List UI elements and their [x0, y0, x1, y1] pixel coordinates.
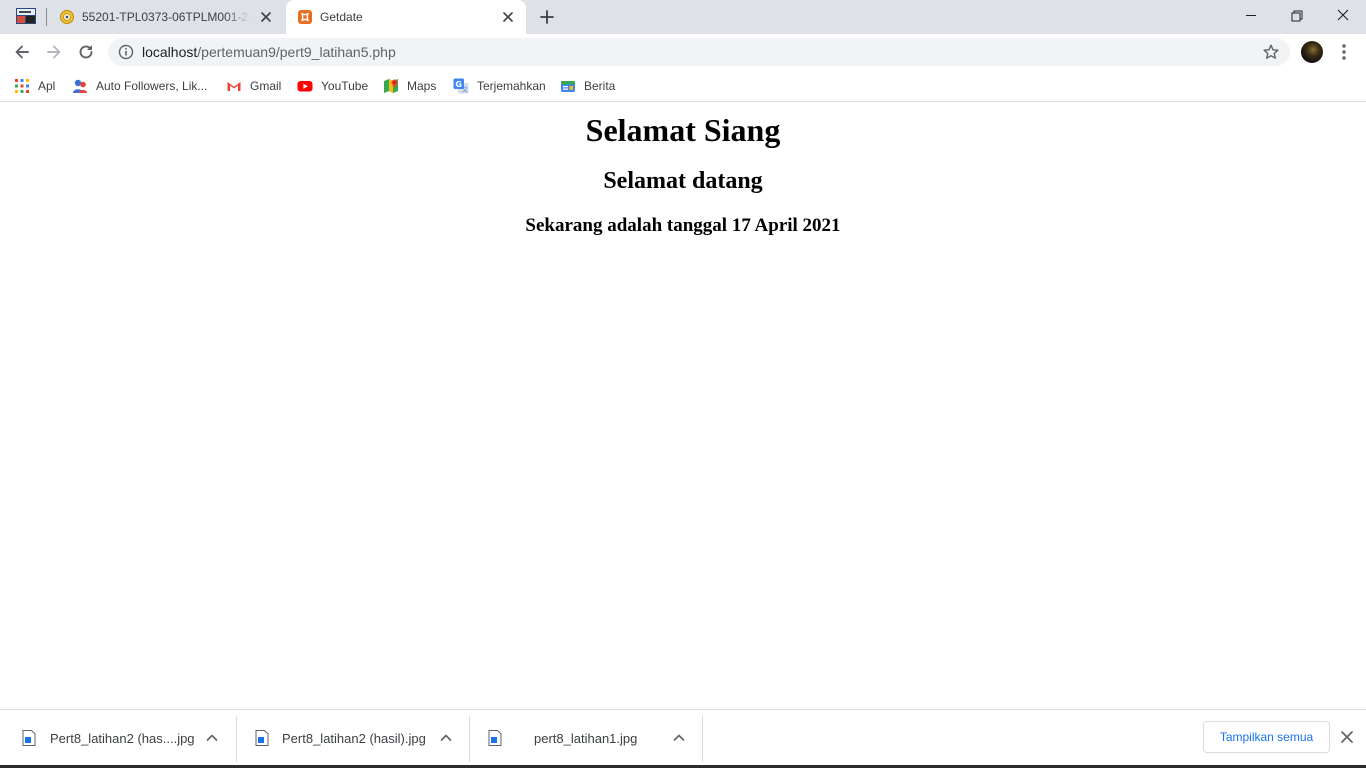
download-filename: Pert8_latihan2 (has....jpg [50, 731, 195, 746]
tab-getdate[interactable]: Getdate [286, 0, 526, 34]
bookmark-label: Terjemahkan [477, 79, 546, 93]
image-file-icon [22, 730, 36, 746]
url-text: localhost/pertemuan9/pert9_latihan5.php [142, 45, 396, 60]
download-item[interactable]: Pert8_latihan2 (hasil).jpg [237, 716, 469, 762]
browser-toolbar: localhost/pertemuan9/pert9_latihan5.php [0, 34, 1366, 70]
bookmark-translate[interactable]: G 文 Terjemahkan [453, 76, 546, 96]
forward-icon[interactable] [44, 42, 64, 62]
bookmark-auto-followers[interactable]: Auto Followers, Lik... [72, 76, 207, 96]
close-shelf-icon[interactable] [1338, 728, 1356, 746]
bookmark-news[interactable]: Berita [560, 76, 615, 96]
chevron-up-icon[interactable] [671, 730, 687, 746]
bookmark-label: Maps [407, 79, 437, 93]
youtube-icon [297, 81, 313, 92]
followers-icon [73, 79, 87, 93]
bookmark-star-icon[interactable] [1262, 43, 1280, 61]
restore-icon[interactable] [1287, 6, 1307, 26]
download-filename: Pert8_latihan2 (hasil).jpg [282, 731, 426, 746]
bookmark-label: Apl [38, 79, 56, 93]
bookmark-maps[interactable]: Maps [383, 76, 436, 96]
bookmark-apps[interactable]: Apl [14, 76, 55, 96]
close-tab-icon[interactable] [258, 9, 274, 25]
download-item[interactable]: Pert8_latihan2 (has....jpg [0, 716, 236, 762]
download-item[interactable]: pert8_latihan1.jpg [470, 716, 702, 762]
bookmarks-bar: Apl Auto Followers, Lik... Gmail YouTube… [0, 70, 1366, 102]
translate-icon: G 文 [453, 78, 469, 94]
show-all-downloads-button[interactable]: Tampilkan semua [1203, 721, 1330, 753]
tab-separator [46, 8, 47, 26]
tab-title: 55201-TPL0373-06TPLM001-2020 [82, 10, 250, 24]
bookmark-gmail[interactable]: Gmail [226, 76, 281, 96]
bookmark-label: Auto Followers, Lik... [96, 79, 208, 93]
chevron-up-icon[interactable] [204, 730, 220, 746]
url-path: /pertemuan9/pert9_latihan5.php [197, 44, 396, 60]
bookmark-youtube[interactable]: YouTube [297, 76, 368, 96]
image-file-icon [255, 730, 269, 746]
bookmark-label: Berita [584, 79, 616, 93]
tab-title: Getdate [320, 10, 363, 24]
download-shelf: Pert8_latihan2 (has....jpg Pert8_latihan… [0, 709, 1366, 768]
more-menu-icon[interactable] [1336, 42, 1352, 62]
bookmark-label: Gmail [250, 79, 282, 93]
back-icon[interactable] [12, 42, 32, 62]
greeting-heading: Selamat Siang [585, 112, 781, 148]
tab-course[interactable]: 55201-TPL0373-06TPLM001-2020 [48, 0, 284, 34]
tab-strip: 55201-TPL0373-06TPLM001-2020 Getdate [0, 0, 1366, 34]
bookmark-label: YouTube [321, 79, 369, 93]
url-host: localhost [142, 44, 198, 60]
close-tab-icon[interactable] [500, 9, 516, 25]
profile-avatar[interactable] [1301, 41, 1323, 63]
image-file-icon [488, 730, 502, 746]
close-window-icon[interactable] [1333, 6, 1353, 26]
date-heading: Sekarang adalah tanggal 17 April 2021 [525, 215, 841, 236]
apps-grid-icon [15, 79, 29, 93]
new-tab-icon[interactable] [538, 8, 556, 26]
news-icon [561, 81, 575, 92]
university-seal-icon [60, 10, 74, 24]
chevron-up-icon[interactable] [438, 730, 454, 746]
app-thumbnail-icon[interactable] [16, 8, 36, 24]
svg-text:文: 文 [462, 86, 468, 94]
download-filename: pert8_latihan1.jpg [534, 731, 638, 746]
reload-icon[interactable] [76, 42, 96, 62]
page-content: Selamat Siang Selamat datang Sekarang ad… [0, 103, 1366, 709]
xampp-icon [298, 10, 312, 24]
gmail-icon [227, 82, 241, 91]
address-bar[interactable]: localhost/pertemuan9/pert9_latihan5.php [108, 38, 1290, 66]
maps-icon [384, 79, 398, 93]
site-info-icon[interactable] [118, 44, 134, 60]
minimize-icon[interactable] [1241, 6, 1261, 26]
welcome-heading: Selamat datang [603, 168, 763, 194]
download-separator [702, 716, 703, 762]
